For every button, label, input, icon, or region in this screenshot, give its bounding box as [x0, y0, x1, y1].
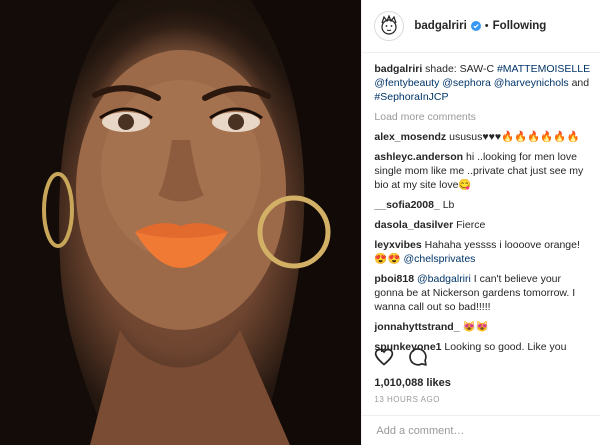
post-header: badgalriri • Following — [362, 0, 600, 53]
post-photo[interactable] — [0, 0, 362, 445]
comment-username[interactable]: alex_mosendz — [374, 131, 446, 143]
mention-link[interactable]: @harveynichols — [494, 77, 569, 89]
verified-badge-icon — [470, 21, 481, 31]
comment-username[interactable]: pboi818 — [374, 273, 414, 285]
post-sidebar: badgalriri • Following badgalriri shade:… — [361, 0, 600, 445]
comment: dasola_dasilver Fierce — [374, 218, 592, 232]
comment-text: 😻😻 — [462, 321, 489, 333]
caption-username[interactable]: badgalriri — [374, 63, 422, 75]
comment-list: badgalriri shade: SAW-C #MATTEMOISELLE @… — [374, 62, 592, 360]
comment: alex_mosendz ususus♥♥♥🔥🔥🔥🔥🔥🔥 — [374, 130, 592, 144]
header-username[interactable]: badgalriri — [414, 20, 466, 32]
avatar-face-icon — [381, 15, 397, 35]
load-more-comments[interactable]: Load more comments — [374, 110, 592, 124]
instagram-post: badgalriri • Following badgalriri shade:… — [0, 0, 600, 445]
comment-text: Looking so good. Like you — [444, 341, 567, 353]
likes-count[interactable]: 1,010,088 likes — [374, 377, 450, 389]
mention-link[interactable]: @fentybeauty — [374, 77, 439, 89]
post-timestamp[interactable]: 13 HOURS AGO — [374, 395, 440, 404]
comment-username[interactable]: leyxvibes — [374, 239, 421, 251]
header-separator: • — [484, 20, 489, 32]
comment: ashleyc.anderson hi ..looking for men lo… — [374, 150, 592, 192]
avatar[interactable] — [374, 11, 405, 41]
action-bar — [374, 347, 428, 367]
mention-link[interactable]: @badgalriri — [417, 273, 471, 285]
hashtag-link[interactable]: #MATTEMOISELLE — [497, 63, 590, 75]
heart-icon[interactable] — [374, 347, 394, 367]
portrait-illustration — [0, 0, 362, 445]
comment-text: Lb — [442, 199, 455, 211]
comment: leyxvibes Hahaha yessss i loooove orange… — [374, 238, 592, 266]
comment: pboi818 @badgalriri I can't believe your… — [374, 272, 592, 314]
caption: badgalriri shade: SAW-C #MATTEMOISELLE @… — [374, 62, 592, 104]
comment-username[interactable]: jonnahyttstrand_ — [374, 321, 459, 333]
following-button[interactable]: Following — [493, 20, 547, 32]
comment: jonnahyttstrand_ 😻😻 — [374, 320, 592, 334]
mention-link[interactable]: @chelsprivates — [403, 253, 475, 265]
comment-icon[interactable] — [408, 347, 428, 367]
comment-text: ususus♥♥♥🔥🔥🔥🔥🔥🔥 — [449, 131, 580, 143]
hashtag-link[interactable]: #SephoraInJCP — [374, 91, 448, 103]
comment-username[interactable]: ashleyc.anderson — [374, 151, 463, 163]
mention-link[interactable]: @sephora — [442, 77, 491, 89]
add-comment-bar — [362, 415, 600, 446]
add-comment-input[interactable] — [374, 424, 579, 438]
comment: __sofia2008_ Lb — [374, 198, 592, 212]
caption-and: and — [571, 77, 590, 89]
comment-username[interactable]: dasola_dasilver — [374, 219, 453, 231]
comment-username[interactable]: __sofia2008_ — [374, 199, 439, 211]
comment-text: Fierce — [456, 219, 486, 231]
caption-text: shade: SAW-C — [425, 63, 497, 75]
